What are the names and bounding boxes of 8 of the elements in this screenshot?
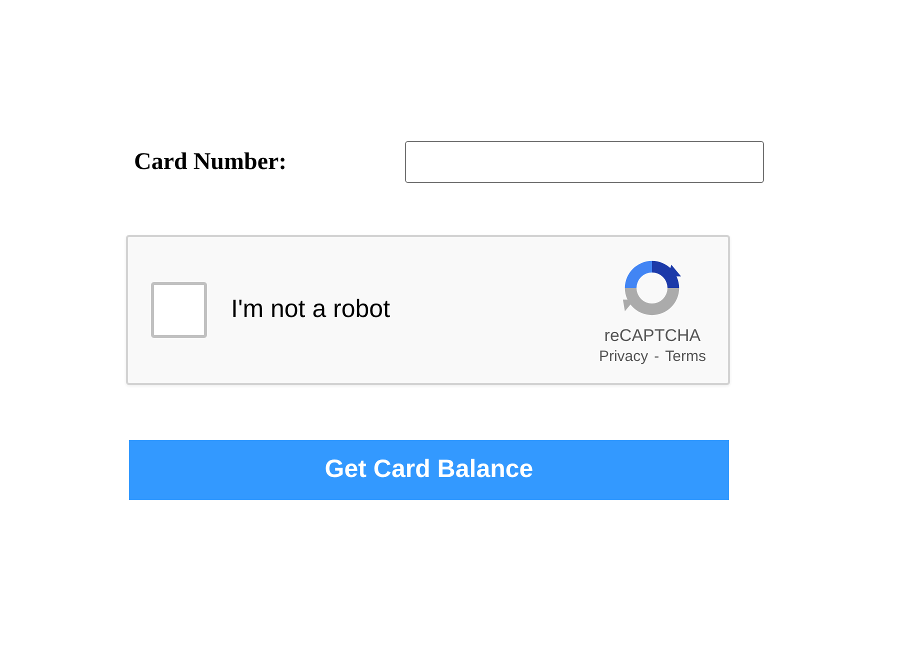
captcha-checkbox[interactable] bbox=[151, 282, 207, 338]
brand-label: reCAPTCHA bbox=[604, 325, 701, 346]
captcha-label: I'm not a robot bbox=[231, 294, 392, 326]
privacy-link[interactable]: Privacy bbox=[598, 348, 648, 367]
card-number-field[interactable] bbox=[405, 141, 764, 183]
terms-link[interactable]: Terms bbox=[665, 348, 706, 367]
card-number-label: Card Number: bbox=[133, 148, 288, 177]
link-separator: - bbox=[654, 348, 660, 367]
